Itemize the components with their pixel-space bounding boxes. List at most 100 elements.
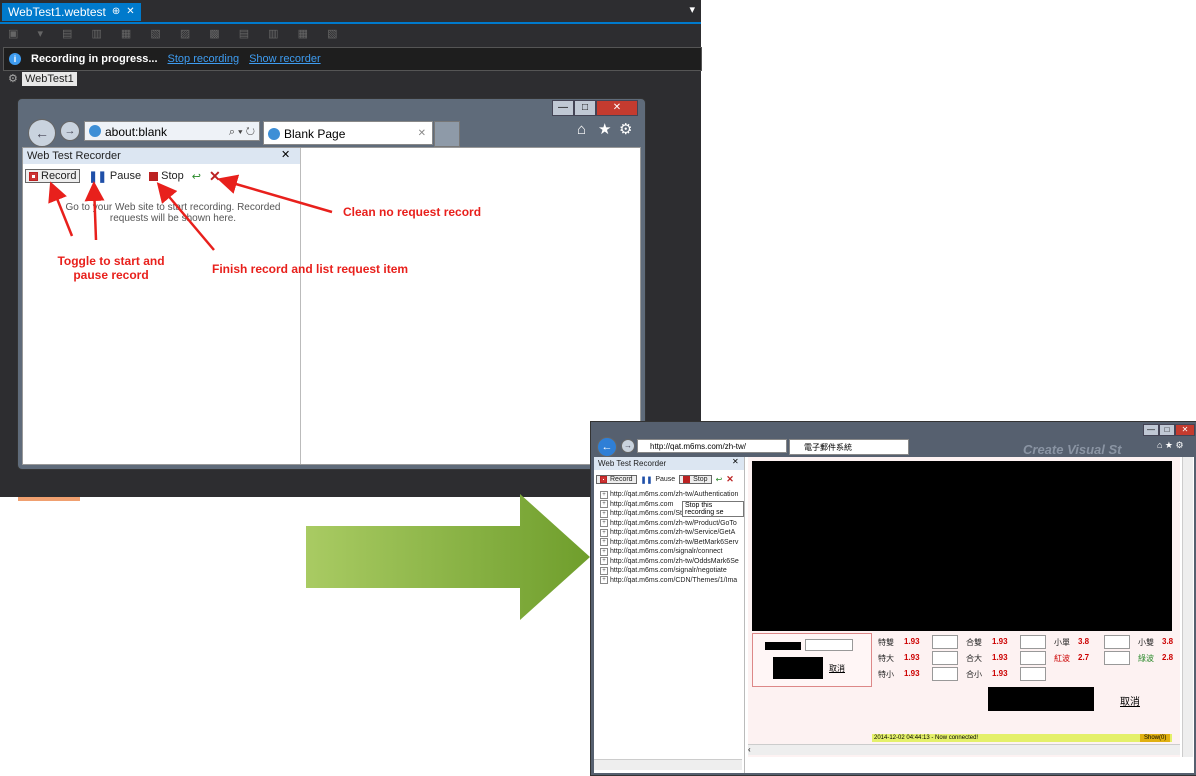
- odds-input[interactable]: [1104, 635, 1130, 649]
- request-item[interactable]: + http://qat.m6ms.com/zh-tw/Service/GetA: [600, 528, 744, 538]
- ie2-watermark: Create Visual St: [1023, 442, 1122, 457]
- expand-icon[interactable]: +: [600, 509, 608, 518]
- request-url: http://qat.m6ms.com/signalr/negotiate: [610, 567, 727, 574]
- ie2-recorder-title: Web Test Recorder: [594, 457, 744, 470]
- expand-icon[interactable]: +: [600, 490, 608, 499]
- ie2-clean-button[interactable]: ✕: [726, 474, 734, 485]
- amount-input[interactable]: [805, 639, 853, 651]
- ie2-vscroll[interactable]: [1182, 457, 1193, 757]
- redacted-area: [752, 461, 1172, 631]
- ie2-content: Web Test Recorder ✕ Record ❚❚ Pause Stop …: [594, 457, 1194, 773]
- ie2-address-bar[interactable]: http://qat.m6ms.com/zh-tw/: [637, 439, 787, 453]
- odds-input[interactable]: [1020, 651, 1046, 665]
- ie2-pause-icon: ❚❚: [640, 476, 653, 484]
- ie2-page: 取消 特雙 1.93 合雙 1.93 小單 3.8 小雙 3.8 特大 1.93…: [748, 457, 1180, 757]
- annotation-toggle: Toggle to start and pause record: [48, 254, 174, 282]
- request-url: http://qat.m6ms.com/CDN/Themes/1/Ima: [610, 576, 738, 584]
- ie2-pause-button[interactable]: ❚❚ Pause: [641, 476, 676, 484]
- odds-label: 小單: [1054, 638, 1070, 647]
- ie2-hscroll[interactable]: ‹: [748, 744, 1180, 755]
- annotation-clean: Clean no request record: [343, 205, 482, 219]
- request-url: http://qat.m6ms.com/signalr/connect: [610, 548, 723, 555]
- ie2-stop-button[interactable]: Stop: [679, 475, 712, 484]
- expand-icon[interactable]: +: [600, 528, 608, 537]
- ie2-recorder-hscroll[interactable]: [594, 759, 742, 770]
- cancel-link[interactable]: 取消: [1120, 693, 1140, 708]
- status-bar: 2014-12-02 04:44:13 - Now connected!: [872, 734, 1172, 742]
- second-browser-window: — □ ✕ ← → http://qat.m6ms.com/zh-tw/ 電子郵…: [590, 421, 1196, 776]
- ie2-recorder-pane: Web Test Recorder ✕ Record ❚❚ Pause Stop …: [594, 457, 745, 773]
- odds-input[interactable]: [1020, 667, 1046, 681]
- expand-icon[interactable]: +: [600, 519, 608, 528]
- ie2-recorder-close-icon[interactable]: ✕: [732, 457, 739, 466]
- request-item[interactable]: + http://qat.m6ms.com/zh-tw/BetMark6Serv: [600, 538, 744, 548]
- ie2-tab-title: 電子郵件系統: [804, 443, 852, 452]
- odds-label: 特大: [878, 654, 894, 663]
- expand-icon[interactable]: +: [600, 538, 608, 547]
- odds-input[interactable]: [1104, 651, 1130, 665]
- odds-value: 2.7: [1078, 653, 1090, 662]
- odds-value: 2.8: [1162, 653, 1174, 662]
- ie2-record-button[interactable]: Record: [596, 475, 637, 484]
- ie2-comment-button[interactable]: ↩: [716, 475, 723, 484]
- request-item[interactable]: + http://qat.m6ms.com/CDN/Themes/1/Ima: [600, 576, 744, 586]
- request-item[interactable]: + http://qat.m6ms.com/signalr/negotiate: [600, 566, 744, 576]
- request-item[interactable]: + http://qat.m6ms.com/signalr/connect: [600, 547, 744, 557]
- expand-icon[interactable]: +: [600, 576, 608, 585]
- odds-input[interactable]: [932, 651, 958, 665]
- cancel-link-small[interactable]: 取消: [829, 663, 845, 674]
- odds-value: 1.93: [992, 653, 1008, 662]
- left-form-panel: 取消: [752, 633, 872, 687]
- big-green-arrow-icon: [306, 494, 590, 620]
- annotation-toggle-line-1: Toggle to start and: [57, 254, 165, 268]
- odds-value: 1.93: [992, 669, 1008, 678]
- odds-input[interactable]: [1020, 635, 1046, 649]
- ie2-forward-button[interactable]: →: [621, 439, 635, 453]
- request-url: http://qat.m6ms.com/zh-tw/Authentication: [610, 491, 739, 498]
- request-item[interactable]: + http://qat.m6ms.com/zh-tw/Product/GoTo: [600, 519, 744, 529]
- odds-label: 紅波: [1054, 654, 1070, 663]
- clean-arrow: [217, 174, 333, 214]
- ie2-address-text: http://qat.m6ms.com/zh-tw/: [650, 442, 747, 451]
- request-item[interactable]: + http://qat.m6ms.com/zh-tw/OddsMark6Se: [600, 557, 744, 567]
- odds-label: 特雙: [878, 638, 894, 647]
- expand-icon[interactable]: +: [600, 547, 608, 556]
- toggle-arrow-1: [48, 181, 74, 237]
- ie2-stop-icon: [683, 476, 691, 483]
- request-url: http://qat.m6ms.com/zh-tw/OddsMark6Se: [610, 557, 739, 565]
- annotation-finish: Finish record and list request item: [212, 262, 409, 276]
- ie2-stop-label: Stop: [693, 476, 708, 483]
- odds-value: 1.93: [904, 637, 920, 646]
- odds-label: 小雙: [1138, 638, 1154, 647]
- ie2-record-icon: [600, 476, 607, 483]
- request-url: http://qat.m6ms.com/zh-tw/Service/GetA: [610, 529, 736, 536]
- odds-value: 1.93: [904, 653, 920, 662]
- odds-value: 1.93: [904, 669, 920, 678]
- request-url: http://qat.m6ms.com: [610, 500, 674, 508]
- odds-label: 綠波: [1138, 654, 1154, 663]
- odds-label: 合大: [966, 654, 982, 663]
- orange-shape: [18, 497, 80, 501]
- ie2-toolbar-icons[interactable]: ⌂ ★ ⚙: [1157, 440, 1184, 451]
- request-item[interactable]: + http://qat.m6ms.com/zh-tw/Authenticatio…: [600, 490, 744, 500]
- expand-icon[interactable]: +: [600, 566, 608, 575]
- odds-label: 合小: [966, 670, 982, 679]
- show-button[interactable]: Show(0): [1140, 734, 1171, 742]
- odds-value: 3.8: [1162, 637, 1174, 646]
- redacted-label: [765, 642, 801, 650]
- expand-icon[interactable]: +: [600, 557, 608, 566]
- odds-label: 合雙: [966, 638, 982, 647]
- request-url: http://qat.m6ms.com/zh-tw/Product/GoTo: [610, 519, 737, 527]
- ie2-close-button[interactable]: ✕: [1175, 424, 1195, 436]
- ie2-back-button[interactable]: ←: [597, 437, 617, 457]
- odds-input[interactable]: [932, 635, 958, 649]
- ie2-tab[interactable]: 電子郵件系統: [789, 439, 909, 455]
- odds-value: 1.93: [992, 637, 1008, 646]
- ie2-minimize-button[interactable]: —: [1143, 424, 1159, 436]
- ie2-recorder-toolbar: Record ❚❚ Pause Stop ↩ ✕: [596, 474, 734, 485]
- ie2-pause-label: Pause: [655, 476, 676, 483]
- ie2-maximize-button[interactable]: □: [1159, 424, 1175, 436]
- finish-arrow: [156, 182, 215, 251]
- expand-icon[interactable]: +: [600, 500, 608, 509]
- odds-input[interactable]: [932, 667, 958, 681]
